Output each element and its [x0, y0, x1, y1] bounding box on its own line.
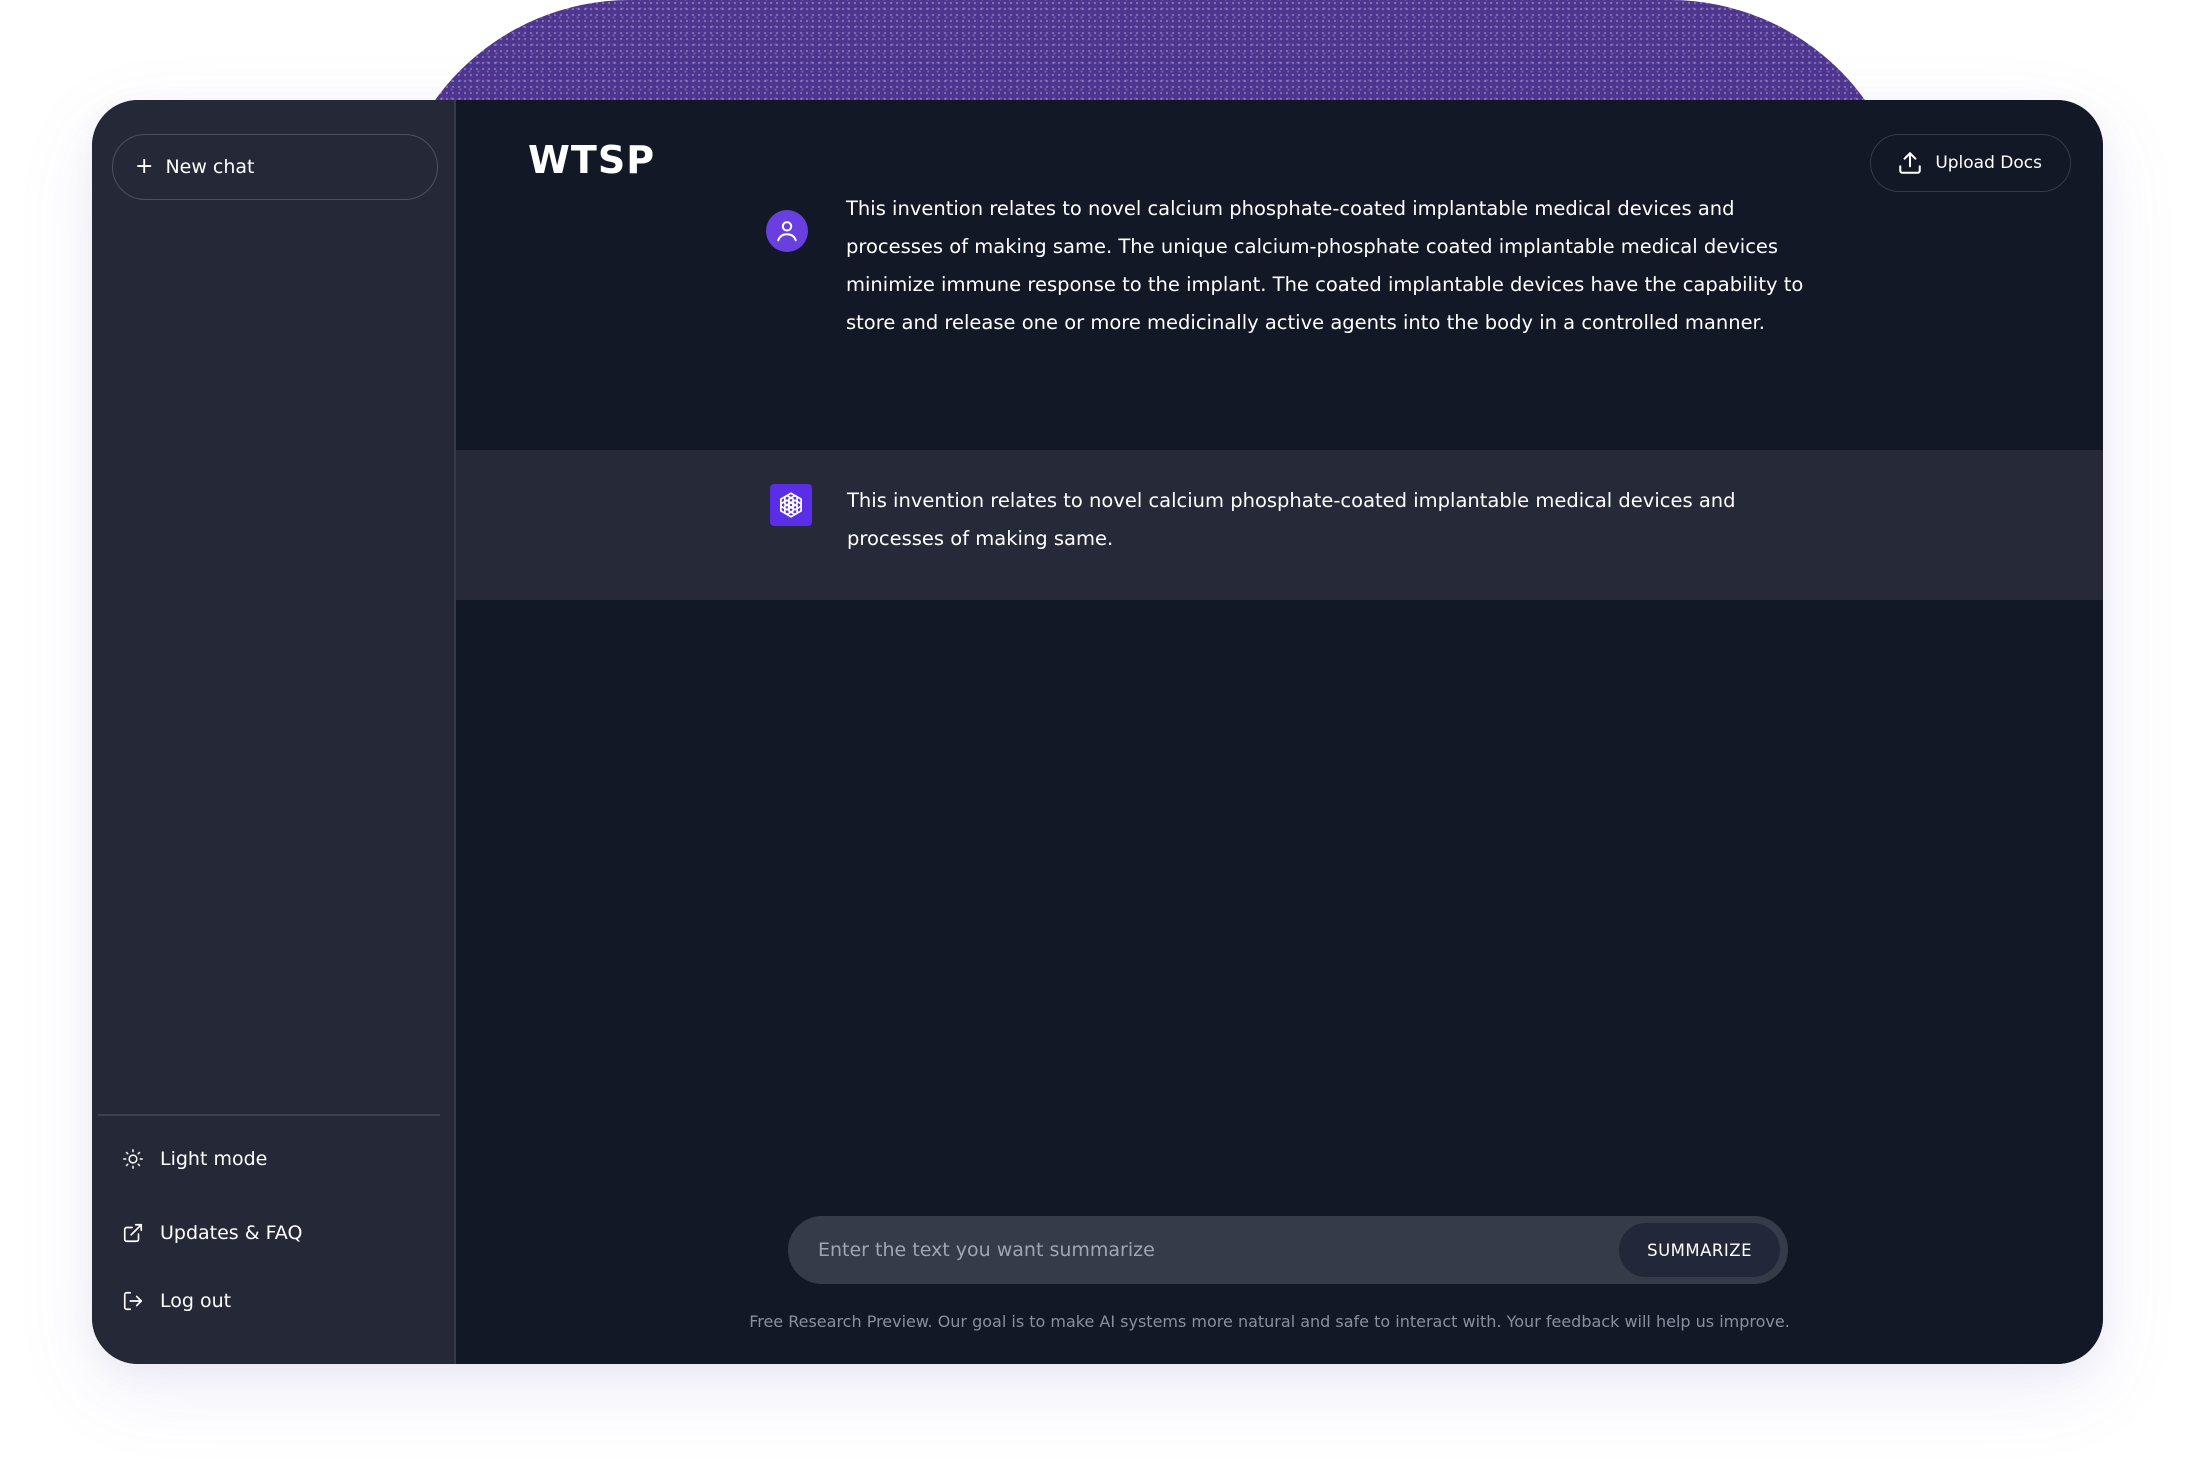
sidebar-item-updates-faq[interactable]: Updates & FAQ	[122, 1222, 302, 1244]
upload-docs-label: Upload Docs	[1935, 153, 2042, 173]
sidebar-item-label: Light mode	[160, 1148, 268, 1170]
openai-logo-icon	[779, 492, 803, 518]
sidebar-item-log-out[interactable]: Log out	[122, 1290, 231, 1312]
app-window: + New chat Light mode Updates & FAQ Log …	[92, 100, 2103, 1364]
composer: SUMMARIZE	[788, 1215, 1788, 1285]
main-panel: WTSP Upload Docs This invention relates …	[456, 100, 2103, 1364]
footer-disclaimer: Free Research Preview. Our goal is to ma…	[749, 1312, 1790, 1331]
sidebar-item-light-mode[interactable]: Light mode	[122, 1148, 267, 1170]
user-avatar	[766, 210, 808, 252]
page: + New chat Light mode Updates & FAQ Log …	[0, 0, 2188, 1460]
sun-icon	[123, 1149, 143, 1169]
logout-icon	[123, 1291, 143, 1311]
sidebar: + New chat Light mode Updates & FAQ Log …	[92, 100, 456, 1364]
user-icon	[777, 221, 797, 242]
summarize-button[interactable]: SUMMARIZE	[1619, 1223, 1780, 1277]
new-chat-button[interactable]: + New chat	[112, 134, 438, 200]
sidebar-item-label: Updates & FAQ	[160, 1222, 303, 1244]
sidebar-item-label: Log out	[160, 1290, 232, 1312]
summarize-input[interactable]	[788, 1215, 1620, 1285]
message-text: This invention relates to novel calcium …	[847, 489, 1736, 550]
upload-icon	[1899, 152, 1922, 174]
message-text: This invention relates to novel calcium …	[846, 197, 1804, 334]
sidebar-divider	[98, 1114, 440, 1116]
plus-icon: +	[135, 154, 154, 179]
upload-docs-button[interactable]: Upload Docs	[1870, 134, 2071, 192]
message-assistant: This invention relates to novel calcium …	[456, 450, 2103, 600]
assistant-avatar	[770, 484, 812, 526]
new-chat-label: New chat	[165, 156, 255, 178]
message-user: This invention relates to novel calcium …	[456, 190, 2103, 450]
external-link-icon	[123, 1223, 143, 1243]
app-title: WTSP	[528, 138, 656, 182]
